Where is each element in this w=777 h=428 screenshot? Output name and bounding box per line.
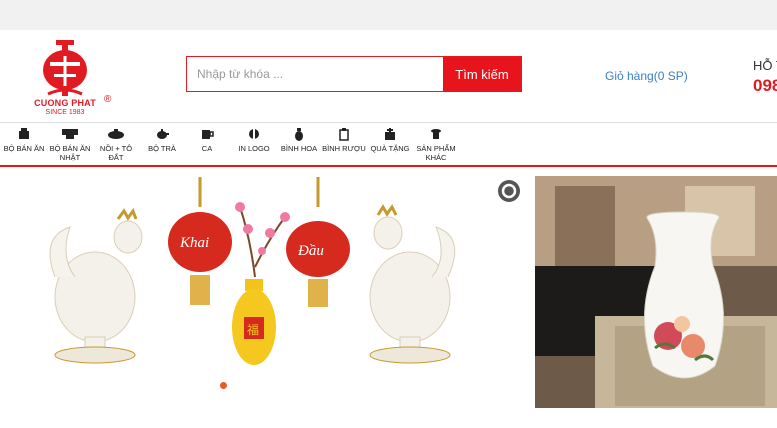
nav-item-qua-tang[interactable]: QUÀ TẶNG	[368, 123, 412, 166]
logo-emblem-icon	[43, 40, 87, 96]
tableware-set-icon	[19, 128, 29, 139]
nav-item-ca[interactable]: CA	[190, 123, 224, 166]
logo-print-icon	[249, 128, 259, 140]
nav-item-bo-ban-an[interactable]: BỘ BÁN ĂN	[2, 123, 46, 166]
gift-icon	[385, 128, 395, 140]
hotline-title: HỖ T	[753, 58, 777, 73]
nav-label: BỘ BÁN ĂN NHẬT	[49, 144, 91, 162]
slider-dot[interactable]	[220, 382, 227, 389]
search-input[interactable]	[187, 57, 443, 91]
clay-pot-icon	[108, 129, 124, 139]
nav-item-bo-ban-an-nhat[interactable]: BỘ BÁN ĂN NHẬT	[46, 123, 94, 166]
nav-item-binh-ruou[interactable]: BÌNH RƯỢU	[320, 123, 368, 166]
brand-logo[interactable]: CUONG PHAT SINCE 1983 ®	[26, 36, 122, 118]
wine-jar-icon	[339, 128, 349, 141]
nav-label: BÌNH RƯỢU	[322, 144, 366, 153]
nav-item-san-pham-khac[interactable]: SẢN PHẨM KHÁC	[414, 123, 458, 166]
banner-slider[interactable]: Khai Đầu 福	[0, 167, 532, 423]
brand-since: SINCE 1983	[45, 109, 85, 116]
banner-image: Khai Đầu 福	[49, 177, 456, 365]
lantern-right-figure: Đầu	[286, 177, 350, 307]
lantern-left-text: Khai	[179, 235, 209, 251]
product-video[interactable]	[535, 176, 777, 408]
rooster-left-figure	[49, 207, 143, 364]
search-button[interactable]: Tìm kiếm	[443, 57, 521, 91]
lantern-left-figure: Khai	[168, 177, 232, 305]
mug-icon	[202, 130, 214, 139]
site-header: CUONG PHAT SINCE 1983 ® Tìm kiếm Giỏ hàn…	[0, 30, 777, 122]
search-bar: Tìm kiếm	[186, 56, 522, 92]
nav-label: BỘ BÁN ĂN	[3, 144, 45, 153]
nav-item-in-logo[interactable]: IN LOGO	[234, 123, 274, 166]
vase-text: 福	[247, 322, 259, 337]
nav-item-bo-tra[interactable]: BỘ TRÀ	[142, 123, 182, 166]
loading-ring-icon[interactable]	[497, 179, 521, 203]
nav-label: NỒI + TÔ ĐẤT	[99, 144, 133, 162]
nav-item-binh-hoa[interactable]: BÌNH HOA	[278, 123, 320, 166]
lantern-right-text: Đầu	[297, 243, 324, 259]
other-products-icon	[431, 129, 441, 139]
yellow-vase-figure: 福	[232, 279, 276, 365]
flower-vase-icon	[295, 128, 303, 141]
rooster-right-figure	[369, 204, 456, 364]
teapot-icon	[157, 129, 169, 139]
nav-label: QUÀ TẶNG	[370, 144, 410, 153]
nav-label: CA	[201, 144, 213, 153]
registered-mark: ®	[104, 94, 112, 105]
blossom-branch-figure	[235, 202, 290, 278]
vase-photo	[535, 176, 777, 408]
nav-item-noi-to-dat[interactable]: NỒI + TÔ ĐẤT	[96, 123, 136, 166]
hotline-number[interactable]: 098	[753, 76, 777, 96]
nav-label: BÌNH HOA	[280, 144, 318, 153]
top-strip	[0, 0, 777, 30]
nav-label: BỘ TRÀ	[148, 144, 176, 153]
cart-link[interactable]: Giỏ hàng(0 SP)	[605, 69, 688, 83]
japanese-bowl-icon	[62, 129, 78, 139]
nav-label: IN LOGO	[238, 144, 270, 153]
brand-name: CUONG PHAT	[34, 98, 96, 108]
category-nav: BỘ BÁN ĂN BỘ BÁN ĂN NHẬT NỒI + TÔ ĐẤT BỘ…	[0, 122, 777, 167]
nav-label: SẢN PHẨM KHÁC	[416, 144, 456, 162]
